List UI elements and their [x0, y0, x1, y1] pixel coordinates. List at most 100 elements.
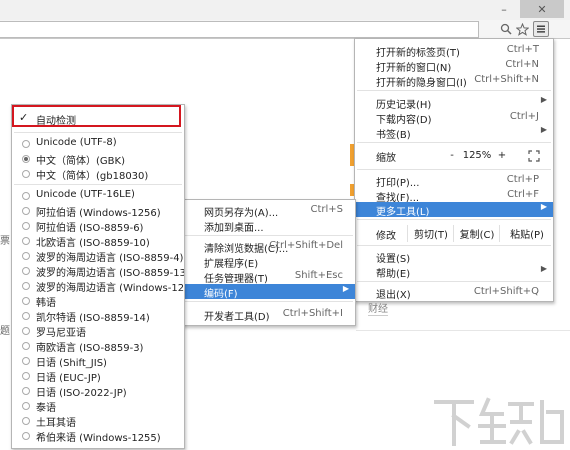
menu-separator	[14, 132, 182, 133]
radio-selected-icon	[22, 155, 30, 163]
paste-button[interactable]: 粘贴(P)	[499, 225, 554, 242]
menu-separator	[185, 235, 353, 236]
radio-icon	[22, 252, 30, 260]
menu-item-new-window[interactable]: 打开新的窗口(N) Ctrl+N	[355, 58, 553, 74]
menu-separator	[357, 90, 551, 91]
encoding-option[interactable]: 泰语	[12, 398, 184, 414]
zoom-in-button[interactable]: +	[493, 148, 511, 163]
encoding-option[interactable]: 北欧语言 (ISO-8859-10)	[12, 233, 184, 249]
menu-item-more-tools[interactable]: 更多工具(L) ▶	[355, 202, 553, 218]
page-text-fragment: 题	[0, 326, 10, 337]
submenu-arrow-icon: ▶	[540, 202, 547, 211]
encoding-option[interactable]: Unicode (UTF-8)	[12, 136, 184, 151]
encoding-option[interactable]: 中文（简体）(gb18030)	[12, 166, 184, 182]
encoding-option[interactable]: 罗马尼亚语	[12, 323, 184, 339]
encoding-option[interactable]: 日语 (ISO-2022-JP)	[12, 383, 184, 399]
encoding-option[interactable]: 土耳其语	[12, 413, 184, 429]
zoom-out-button[interactable]: -	[443, 148, 461, 163]
encoding-submenu: ✓ 自动检测 Unicode (UTF-8) 中文（简体）(GBK) 中文（简体…	[11, 104, 185, 449]
menu-item-exit[interactable]: 退出(X) Ctrl+Shift+Q	[355, 285, 553, 301]
hamburger-icon	[537, 25, 545, 33]
submenu-arrow-icon: ▶	[540, 95, 547, 104]
menu-separator	[357, 219, 551, 220]
menu-item-extensions[interactable]: 扩展程序(E)	[183, 254, 355, 270]
copy-button[interactable]: 复制(C)	[453, 225, 500, 242]
menu-item-incognito[interactable]: 打开新的隐身窗口(I) Ctrl+Shift+N	[355, 73, 553, 89]
encoding-option[interactable]: 阿拉伯语 (ISO-8859-6)	[12, 218, 184, 234]
encoding-option[interactable]: 凯尔特语 (ISO-8859-14)	[12, 308, 184, 324]
encoding-option[interactable]: Unicode (UTF-16LE)	[12, 188, 184, 203]
zoom-icon[interactable]	[498, 21, 514, 37]
radio-icon	[22, 312, 30, 320]
radio-icon	[22, 357, 30, 365]
menu-separator	[357, 142, 551, 143]
encoding-option[interactable]: 希伯来语 (Windows-1255)	[12, 428, 184, 444]
more-tools-submenu: 网页另存为(A)... Ctrl+S 添加到桌面... 清除浏览数据(C)... C…	[182, 199, 356, 326]
encoding-option[interactable]: 韩语	[12, 293, 184, 309]
highlight-box	[12, 105, 181, 127]
menu-item-history[interactable]: 历史记录(H) ▶	[355, 95, 553, 111]
fullscreen-button[interactable]	[523, 148, 545, 163]
menu-item-devtools[interactable]: 开发者工具(D) Ctrl+Shift+I	[183, 307, 355, 323]
radio-icon	[22, 297, 30, 305]
submenu-arrow-icon: ▶	[342, 284, 349, 293]
menu-item-task-manager[interactable]: 任务管理器(T) Shift+Esc	[183, 269, 355, 285]
cut-button[interactable]: 剪切(T)	[407, 225, 454, 242]
menu-item-find[interactable]: 查找(F)... Ctrl+F	[355, 188, 553, 204]
radio-icon	[22, 267, 30, 275]
menu-item-add-to-desktop[interactable]: 添加到桌面...	[183, 218, 355, 234]
menu-separator	[357, 245, 551, 246]
menu-item-clear-data[interactable]: 清除浏览数据(C)... Ctrl+Shift+Del	[183, 239, 355, 255]
menu-item-new-tab[interactable]: 打开新的标签页(T) Ctrl+T	[355, 43, 553, 59]
submenu-arrow-icon: ▶	[540, 264, 547, 273]
close-icon: ✕	[537, 2, 547, 16]
window-title-bar	[0, 0, 570, 20]
radio-icon	[22, 372, 30, 380]
menu-separator	[357, 281, 551, 282]
menu-item-print[interactable]: 打印(P)... Ctrl+P	[355, 173, 553, 189]
menu-item-help[interactable]: 帮助(E) ▶	[355, 264, 553, 280]
radio-icon	[22, 432, 30, 440]
fullscreen-icon	[528, 149, 540, 162]
radio-icon	[22, 170, 30, 178]
page-divider	[356, 330, 570, 331]
radio-icon	[22, 222, 30, 230]
menu-separator	[14, 184, 182, 185]
encoding-option[interactable]: 阿拉伯语 (Windows-1256)	[12, 203, 184, 219]
encoding-option[interactable]: 中文（简体）(GBK)	[12, 151, 184, 167]
page-text-fragment: 财经	[368, 300, 388, 316]
menu-item-downloads[interactable]: 下载内容(D) Ctrl+J	[355, 110, 553, 126]
menu-item-encoding[interactable]: 编码(F) ▶	[183, 284, 355, 300]
radio-icon	[22, 402, 30, 410]
encoding-option[interactable]: 波罗的海周边语言 (Windows-1257)	[12, 278, 184, 294]
bookmark-star-icon[interactable]	[514, 21, 530, 37]
radio-icon	[22, 192, 30, 200]
radio-icon	[22, 327, 30, 335]
radio-icon	[22, 237, 30, 245]
menu-item-settings[interactable]: 设置(S)	[355, 249, 553, 265]
chrome-menu-button[interactable]	[533, 21, 549, 37]
encoding-option[interactable]: 日语 (Shift_JIS)	[12, 353, 184, 369]
menu-separator	[185, 301, 353, 302]
watermark-logo	[432, 392, 570, 447]
encoding-option[interactable]: 波罗的海周边语言 (ISO-8859-13)	[12, 263, 184, 279]
submenu-arrow-icon: ▶	[540, 125, 547, 134]
encoding-option[interactable]: 南欧语言 (ISO-8859-3)	[12, 338, 184, 354]
zoom-level: 125%	[462, 150, 492, 161]
page-text-fragment: 票	[0, 236, 10, 247]
radio-icon	[22, 417, 30, 425]
close-window-button[interactable]: ✕	[520, 0, 564, 18]
radio-icon	[22, 282, 30, 290]
radio-icon	[22, 387, 30, 395]
encoding-option[interactable]: 日语 (EUC-JP)	[12, 368, 184, 384]
minimize-button[interactable]: –	[492, 0, 516, 18]
radio-icon	[22, 140, 30, 148]
menu-item-save-page[interactable]: 网页另存为(A)... Ctrl+S	[183, 203, 355, 219]
menu-item-bookmarks[interactable]: 书签(B) ▶	[355, 125, 553, 141]
radio-icon	[22, 342, 30, 350]
address-bar[interactable]	[0, 21, 479, 38]
menu-separator	[357, 169, 551, 170]
encoding-option[interactable]: 波罗的海周边语言 (ISO-8859-4)	[12, 248, 184, 264]
chrome-main-menu: 打开新的标签页(T) Ctrl+T 打开新的窗口(N) Ctrl+N 打开新的隐身窗…	[354, 38, 554, 302]
radio-icon	[22, 207, 30, 215]
